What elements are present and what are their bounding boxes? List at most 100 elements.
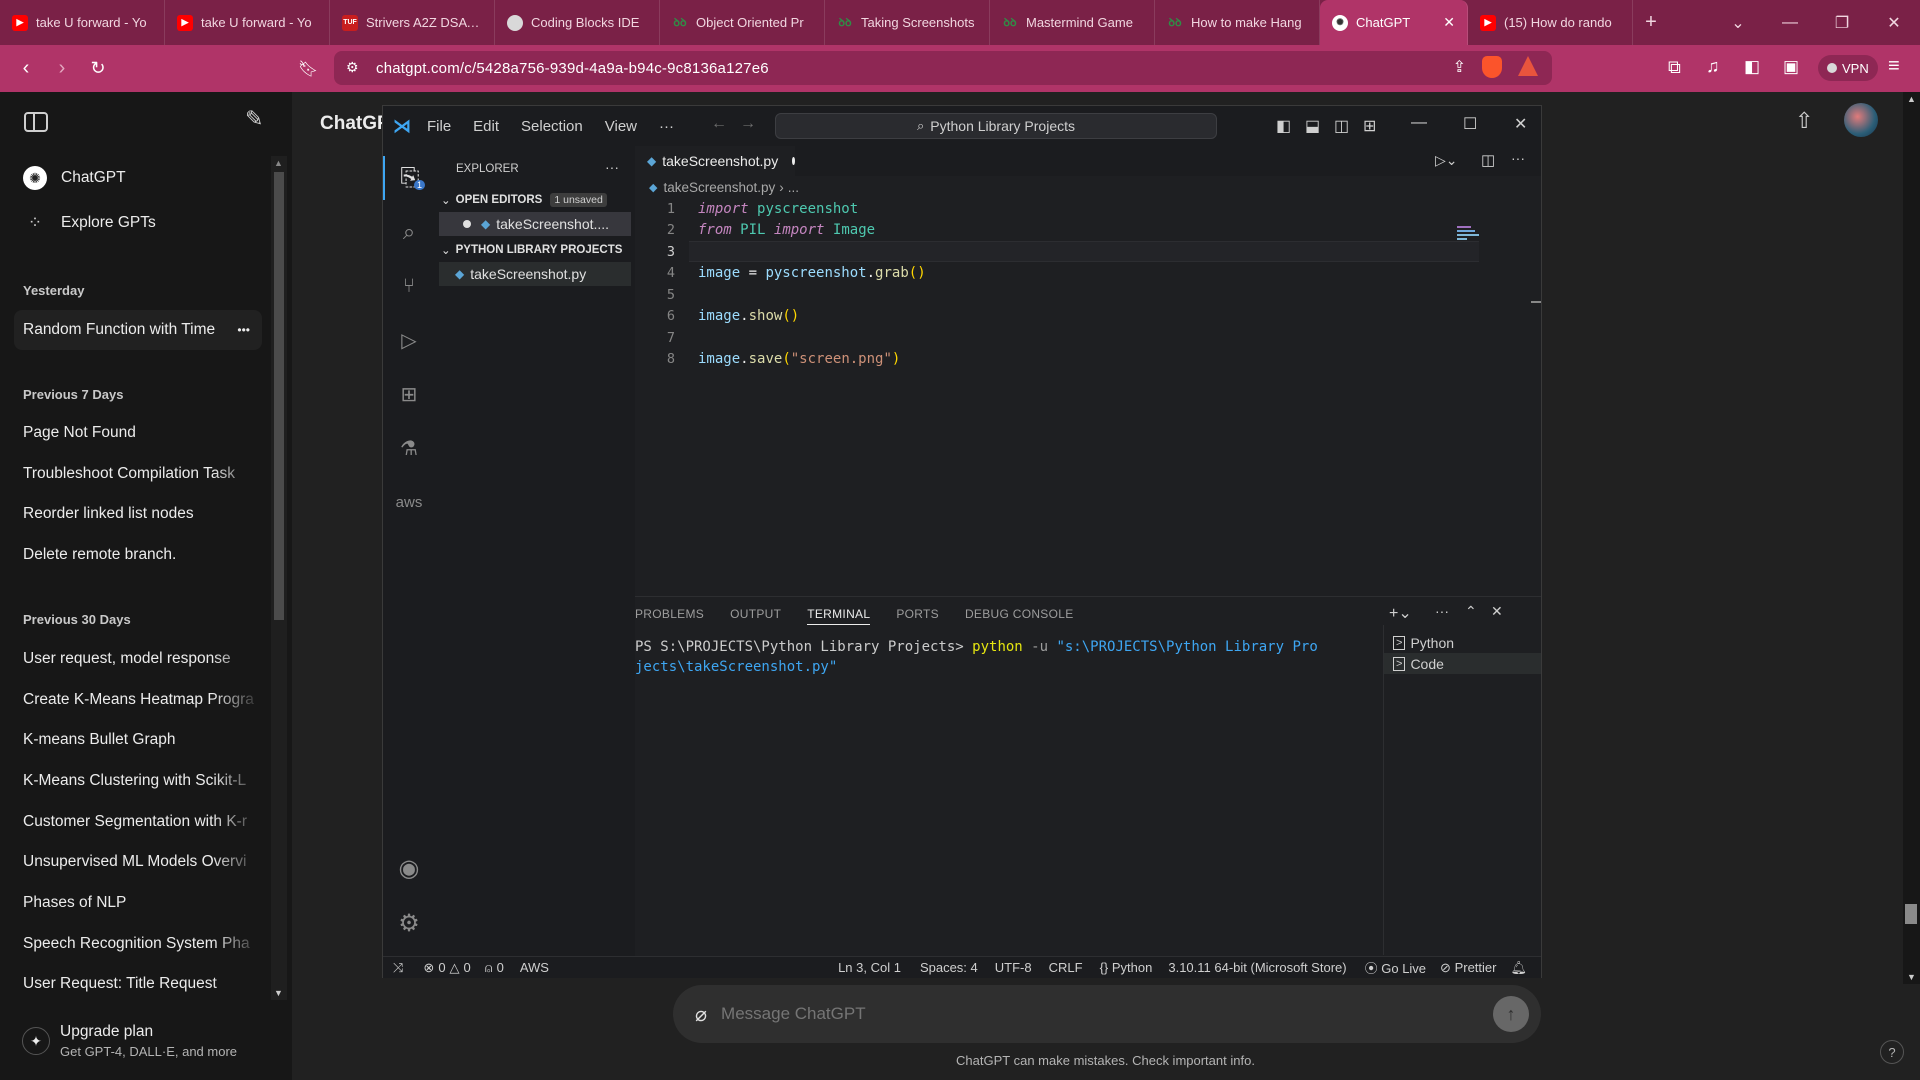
nav-back-icon[interactable]: ← bbox=[711, 115, 727, 133]
conversation-item[interactable]: User Request: Title Request bbox=[14, 964, 262, 1004]
forward-icon[interactable]: › bbox=[44, 51, 80, 87]
line-endings[interactable]: CRLF bbox=[1049, 960, 1083, 975]
testing-icon[interactable]: ⚗ bbox=[383, 426, 435, 470]
tab-problems[interactable]: PROBLEMS bbox=[635, 607, 704, 621]
go-live-button[interactable]: ⦿ Go Live bbox=[1365, 958, 1426, 977]
conversation-item[interactable]: Reorder linked list nodes bbox=[14, 494, 262, 534]
conversation-item[interactable]: Random Function with Time ••• bbox=[14, 310, 262, 350]
menu-more[interactable]: ··· bbox=[659, 118, 674, 135]
close-sidebar-icon[interactable] bbox=[24, 112, 48, 132]
toggle-panel-icon[interactable]: ⬓ bbox=[1305, 116, 1320, 136]
conversation-item[interactable]: K-Means Clustering with Scikit-L bbox=[14, 761, 262, 801]
minimap[interactable] bbox=[1457, 226, 1487, 240]
editor-area[interactable]: ◆ takeScreenshot.py ▷⌄ ◫ ··· ◆ takeScree… bbox=[635, 146, 1541, 596]
breadcrumb-more[interactable]: ... bbox=[788, 180, 799, 195]
brave-shields-icon[interactable] bbox=[1482, 56, 1502, 78]
browser-tab[interactable]: ꝺꝺ Taking Screenshots bbox=[825, 0, 990, 45]
aws-status[interactable]: AWS bbox=[520, 960, 549, 975]
sidebar-scrollbar[interactable]: ▲ ▼ bbox=[271, 156, 287, 1000]
cursor-position[interactable]: Ln 3, Col 1 bbox=[838, 960, 901, 975]
scrollbar-thumb[interactable] bbox=[274, 172, 284, 620]
conversation-item[interactable]: User request, model response bbox=[14, 639, 262, 679]
sidebar-toggle-icon[interactable]: ◧ bbox=[1744, 57, 1760, 77]
sidebar-item-chatgpt[interactable]: ✺ ChatGPT bbox=[14, 158, 262, 198]
encoding[interactable]: UTF-8 bbox=[995, 960, 1032, 975]
prettier-button[interactable]: ⊘ Prettier bbox=[1440, 960, 1496, 976]
brave-rewards-icon[interactable] bbox=[1518, 56, 1538, 76]
menu-edit[interactable]: Edit bbox=[473, 118, 499, 135]
editor-more-icon[interactable]: ··· bbox=[1511, 150, 1525, 166]
notifications-bell-icon[interactable]: 🔔︎ bbox=[1510, 960, 1527, 976]
close-icon[interactable]: ✕ bbox=[1514, 114, 1527, 134]
share-icon[interactable]: ⇪ bbox=[1453, 57, 1466, 77]
attach-paperclip-icon[interactable]: ⌀ bbox=[695, 1002, 707, 1027]
tab-terminal[interactable]: TERMINAL bbox=[807, 607, 871, 625]
browser-tab[interactable]: ▶ take U forward - Yo bbox=[165, 0, 330, 45]
conversation-item[interactable]: Customer Segmentation with K-r bbox=[14, 802, 262, 842]
tab-output[interactable]: OUTPUT bbox=[730, 607, 781, 621]
breadcrumb-file[interactable]: takeScreenshot.py bbox=[663, 180, 775, 195]
close-window-icon[interactable]: ✕ bbox=[1868, 13, 1920, 33]
conversation-item[interactable]: K-means Bullet Graph bbox=[14, 720, 262, 760]
sidebar-item-explore-gpts[interactable]: ⁘ Explore GPTs bbox=[14, 203, 262, 243]
indentation[interactable]: Spaces: 4 bbox=[920, 960, 978, 975]
menu-selection[interactable]: Selection bbox=[521, 118, 583, 135]
main-scrollbar[interactable]: ▲ ▼ bbox=[1903, 92, 1920, 984]
terminal-item-code[interactable]: > Code bbox=[1384, 653, 1541, 674]
command-center-search[interactable]: ⌕ Python Library Projects bbox=[775, 113, 1217, 139]
tab-ports[interactable]: PORTS bbox=[896, 607, 939, 621]
tab-search-icon[interactable]: ⌄ bbox=[1712, 13, 1764, 33]
split-editor-icon[interactable]: ◫ bbox=[1481, 151, 1495, 169]
reload-icon[interactable]: ↻ bbox=[80, 51, 116, 87]
editor-tab[interactable]: ◆ takeScreenshot.py bbox=[635, 146, 795, 176]
project-file-item[interactable]: ◆ takeScreenshot.py bbox=[439, 262, 631, 286]
close-panel-icon[interactable]: ✕ bbox=[1491, 603, 1503, 620]
extensions-icon[interactable]: ⊞ bbox=[383, 372, 435, 416]
more-options-icon[interactable]: ••• bbox=[237, 323, 250, 337]
run-python-icon[interactable]: ▷⌄ bbox=[1435, 152, 1458, 169]
aws-icon[interactable]: aws bbox=[383, 480, 435, 524]
vpn-button[interactable]: VPN bbox=[1818, 55, 1878, 81]
address-bar[interactable]: ⚙ chatgpt.com/c/5428a756-939d-4a9a-b94c-… bbox=[334, 51, 1552, 85]
conversation-item[interactable]: Delete remote branch. bbox=[14, 535, 262, 575]
wallet-icon[interactable]: ▣ bbox=[1783, 57, 1799, 77]
back-icon[interactable]: ‹ bbox=[8, 51, 44, 87]
toggle-primary-sidebar-icon[interactable]: ◧ bbox=[1276, 116, 1291, 136]
conversation-item[interactable]: Create K-Means Heatmap Progra bbox=[14, 680, 262, 720]
browser-tab[interactable]: ▶ take U forward - Yo bbox=[0, 0, 165, 45]
bookmark-icon[interactable]: 🔖︎ bbox=[290, 51, 326, 87]
conversation-item[interactable]: Page Not Found bbox=[14, 413, 262, 453]
project-section[interactable]: ⌄ PYTHON LIBRARY PROJECTS bbox=[441, 243, 622, 257]
media-icon[interactable]: ♫ bbox=[1706, 56, 1720, 77]
new-chat-icon[interactable]: ✎ bbox=[245, 106, 263, 132]
scroll-up-icon[interactable]: ▲ bbox=[274, 158, 283, 168]
avatar[interactable] bbox=[1844, 103, 1878, 137]
run-debug-icon[interactable]: ▷ bbox=[383, 318, 435, 362]
restore-icon[interactable]: ❐ bbox=[1816, 13, 1868, 33]
accounts-icon[interactable]: ◉ bbox=[383, 846, 435, 890]
explorer-icon[interactable]: ⎘ 1 bbox=[383, 156, 435, 200]
python-interpreter[interactable]: 3.10.11 64-bit (Microsoft Store) bbox=[1168, 960, 1346, 975]
browser-tab-active[interactable]: ✺ ChatGPT ✕ bbox=[1320, 0, 1468, 45]
scrollbar-thumb[interactable] bbox=[1905, 904, 1917, 924]
scroll-down-icon[interactable]: ▼ bbox=[274, 988, 283, 998]
errors-indicator[interactable]: ⊗ 0 △ 0 bbox=[423, 960, 470, 976]
search-icon[interactable]: ⌕ bbox=[383, 210, 435, 254]
menu-icon[interactable]: ≡ bbox=[1888, 55, 1900, 78]
minimize-icon[interactable]: — bbox=[1764, 14, 1816, 32]
minimize-icon[interactable]: — bbox=[1411, 114, 1427, 132]
ports-indicator[interactable]: ⍝ 0 bbox=[485, 960, 504, 976]
unsaved-dot-icon[interactable] bbox=[792, 157, 795, 165]
terminal-output[interactable]: PS S:\PROJECTS\Python Library Projects> … bbox=[635, 637, 1375, 677]
toggle-secondary-sidebar-icon[interactable]: ◫ bbox=[1334, 116, 1349, 136]
open-editor-item[interactable]: ◆ takeScreenshot.... bbox=[439, 212, 631, 236]
source-control-icon[interactable]: ⑂ bbox=[383, 264, 435, 308]
code-editor[interactable]: 1 2 3 4 5 6 7 8 import pyscreenshot from… bbox=[635, 198, 1541, 498]
browser-tab[interactable]: ꝺꝺ How to make Hang bbox=[1155, 0, 1320, 45]
conversation-item[interactable]: Phases of NLP bbox=[14, 883, 262, 923]
browser-tab[interactable]: ꝺꝺ Mastermind Game bbox=[990, 0, 1155, 45]
conversation-item[interactable]: Troubleshoot Compilation Task bbox=[14, 454, 262, 494]
maximize-panel-icon[interactable]: ⌃ bbox=[1465, 603, 1477, 620]
scroll-up-icon[interactable]: ▲ bbox=[1907, 94, 1916, 104]
settings-gear-icon[interactable]: ⚙ bbox=[383, 901, 435, 945]
